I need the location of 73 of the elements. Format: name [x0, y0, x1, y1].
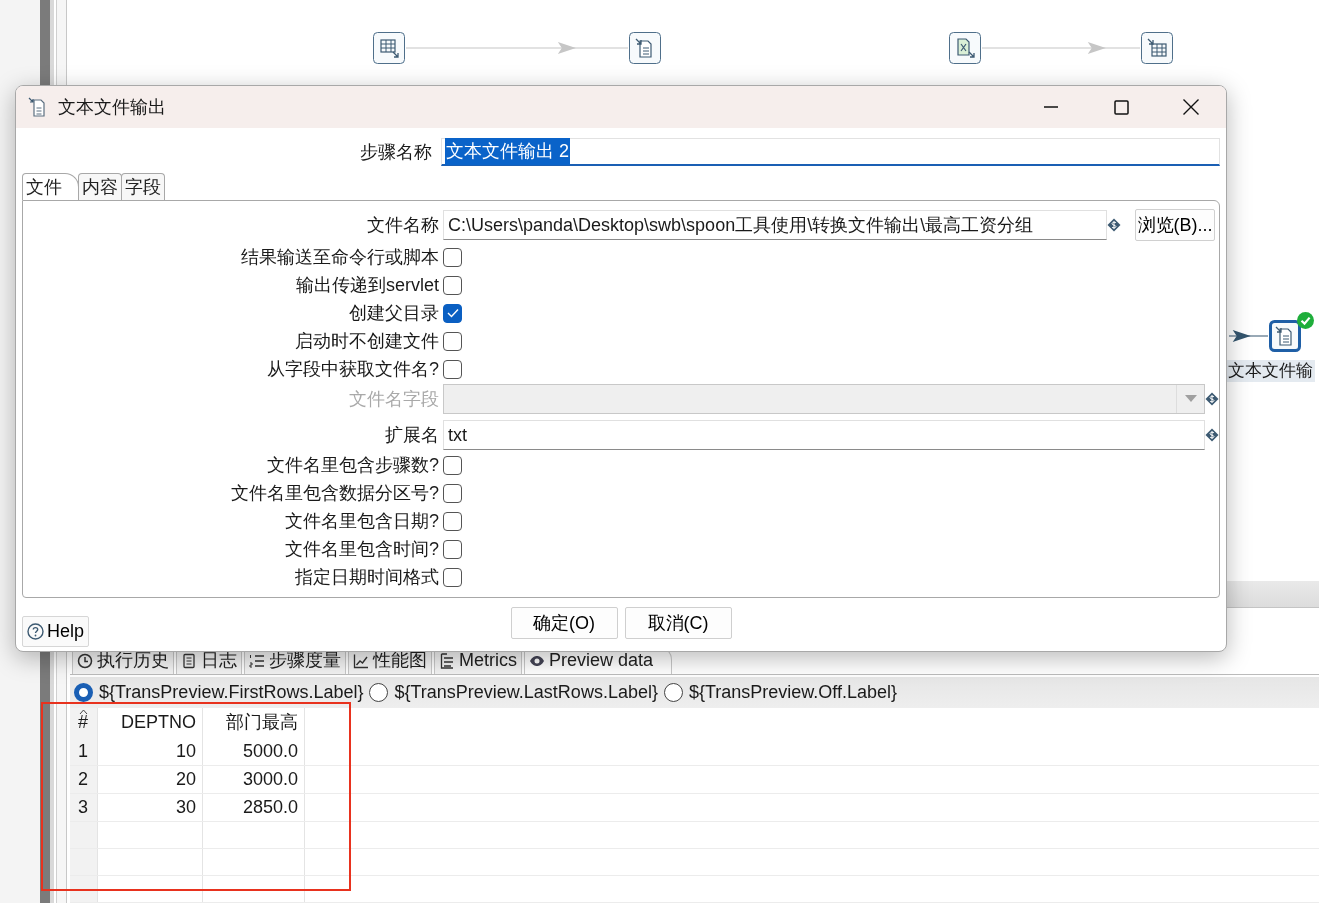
field-label: 创建父目录 — [348, 301, 439, 325]
close-icon — [1183, 99, 1199, 115]
table-cell: 10 — [98, 737, 203, 765]
table-cell: 2850.0 — [203, 793, 305, 821]
field-label: 指定日期时间格式 — [294, 565, 439, 589]
text-field[interactable]: C:\Users\panda\Desktop\swb\spoon工具使用\转换文件输出\最高工资分组 — [443, 210, 1107, 240]
table-icon[interactable] — [1141, 32, 1173, 64]
line-chart-icon — [353, 652, 369, 669]
column-header[interactable]: DEPTNO — [98, 708, 203, 738]
dialog-tab[interactable]: 内容 — [78, 173, 122, 200]
table-cell: 1 — [70, 737, 98, 765]
column-header[interactable]: 部门最高 — [203, 708, 305, 738]
table-cell: 3000.0 — [203, 765, 305, 793]
document-icon[interactable] — [1269, 320, 1301, 352]
minimize-icon — [1044, 106, 1058, 108]
step-label: 文本文件输 — [1226, 360, 1315, 382]
help-button[interactable]: Help — [22, 616, 90, 647]
field-label: 文件名里包含数据分区号? — [230, 481, 439, 505]
caret-icon — [1184, 395, 1197, 403]
checkbox[interactable] — [443, 511, 462, 531]
field-label: 文件名里包含日期? — [284, 509, 439, 533]
clock-icon — [77, 652, 93, 669]
tree-list-icon — [439, 652, 455, 669]
field-label: 从字段中获取文件名? — [266, 357, 439, 381]
table-cell: 3 — [70, 793, 98, 821]
maximize-icon — [1113, 99, 1129, 115]
field-label: 文件名里包含时间? — [284, 537, 439, 561]
dialog-tab[interactable]: 文件 — [22, 173, 79, 200]
dialog-button[interactable]: 取消(C) — [624, 607, 732, 639]
dialog-button[interactable]: 确定(O) — [510, 607, 618, 639]
browse-button[interactable]: 浏览(B)... — [1135, 209, 1215, 241]
checkbox[interactable] — [443, 359, 462, 379]
hop-arrow[interactable] — [1228, 330, 1269, 342]
document-icon[interactable] — [629, 32, 661, 64]
checkbox[interactable] — [443, 539, 462, 559]
table-icon[interactable] — [373, 32, 405, 64]
table-cell: 20 — [98, 765, 203, 793]
checkmark-icon — [446, 308, 459, 318]
checkbox[interactable] — [443, 303, 462, 323]
field-label: 文件名里包含步骤数? — [266, 453, 439, 477]
radio-label: ${TransPreview.Off.Label} — [688, 681, 898, 705]
checkbox[interactable] — [443, 275, 462, 295]
field-label: 扩展名 — [384, 423, 439, 447]
checkbox[interactable] — [443, 483, 462, 503]
checkbox[interactable] — [443, 567, 462, 587]
table-cell: 30 — [98, 793, 203, 821]
field-label: 输出传递到servlet — [295, 273, 439, 297]
numbered-list-icon — [249, 652, 265, 669]
field-label: 文件名称 — [366, 213, 439, 237]
window-title: 文本文件输出 — [58, 95, 167, 119]
field-label: 文件名字段 — [348, 387, 439, 411]
spreadsheet-icon[interactable] — [949, 32, 981, 64]
radio-button[interactable] — [663, 683, 683, 703]
column-header[interactable]: # — [70, 708, 98, 738]
radio-label: ${TransPreview.FirstRows.Label} — [99, 681, 364, 705]
checkbox[interactable] — [443, 331, 462, 351]
notepad-icon — [181, 652, 197, 669]
radio-label: ${TransPreview.LastRows.Label} — [394, 681, 658, 705]
field-label: 启动时不创建文件 — [294, 329, 439, 353]
table-cell: 5000.0 — [203, 737, 305, 765]
document-icon — [28, 97, 46, 117]
table-cell: 2 — [70, 765, 98, 793]
radio-button[interactable] — [74, 683, 93, 703]
dialog-tab[interactable]: 字段 — [121, 173, 165, 200]
field-label: 步骤名称 — [359, 140, 432, 164]
checkbox[interactable] — [443, 247, 462, 267]
text-field[interactable]: txt — [443, 420, 1205, 450]
sort-icon — [79, 709, 88, 716]
step-name-field[interactable]: 文本文件输出 2 — [441, 138, 1220, 166]
checkbox[interactable] — [443, 455, 462, 475]
help-icon — [27, 623, 44, 640]
field-label: 结果输送至命令行或脚本 — [240, 245, 439, 269]
radio-button[interactable] — [369, 683, 389, 703]
